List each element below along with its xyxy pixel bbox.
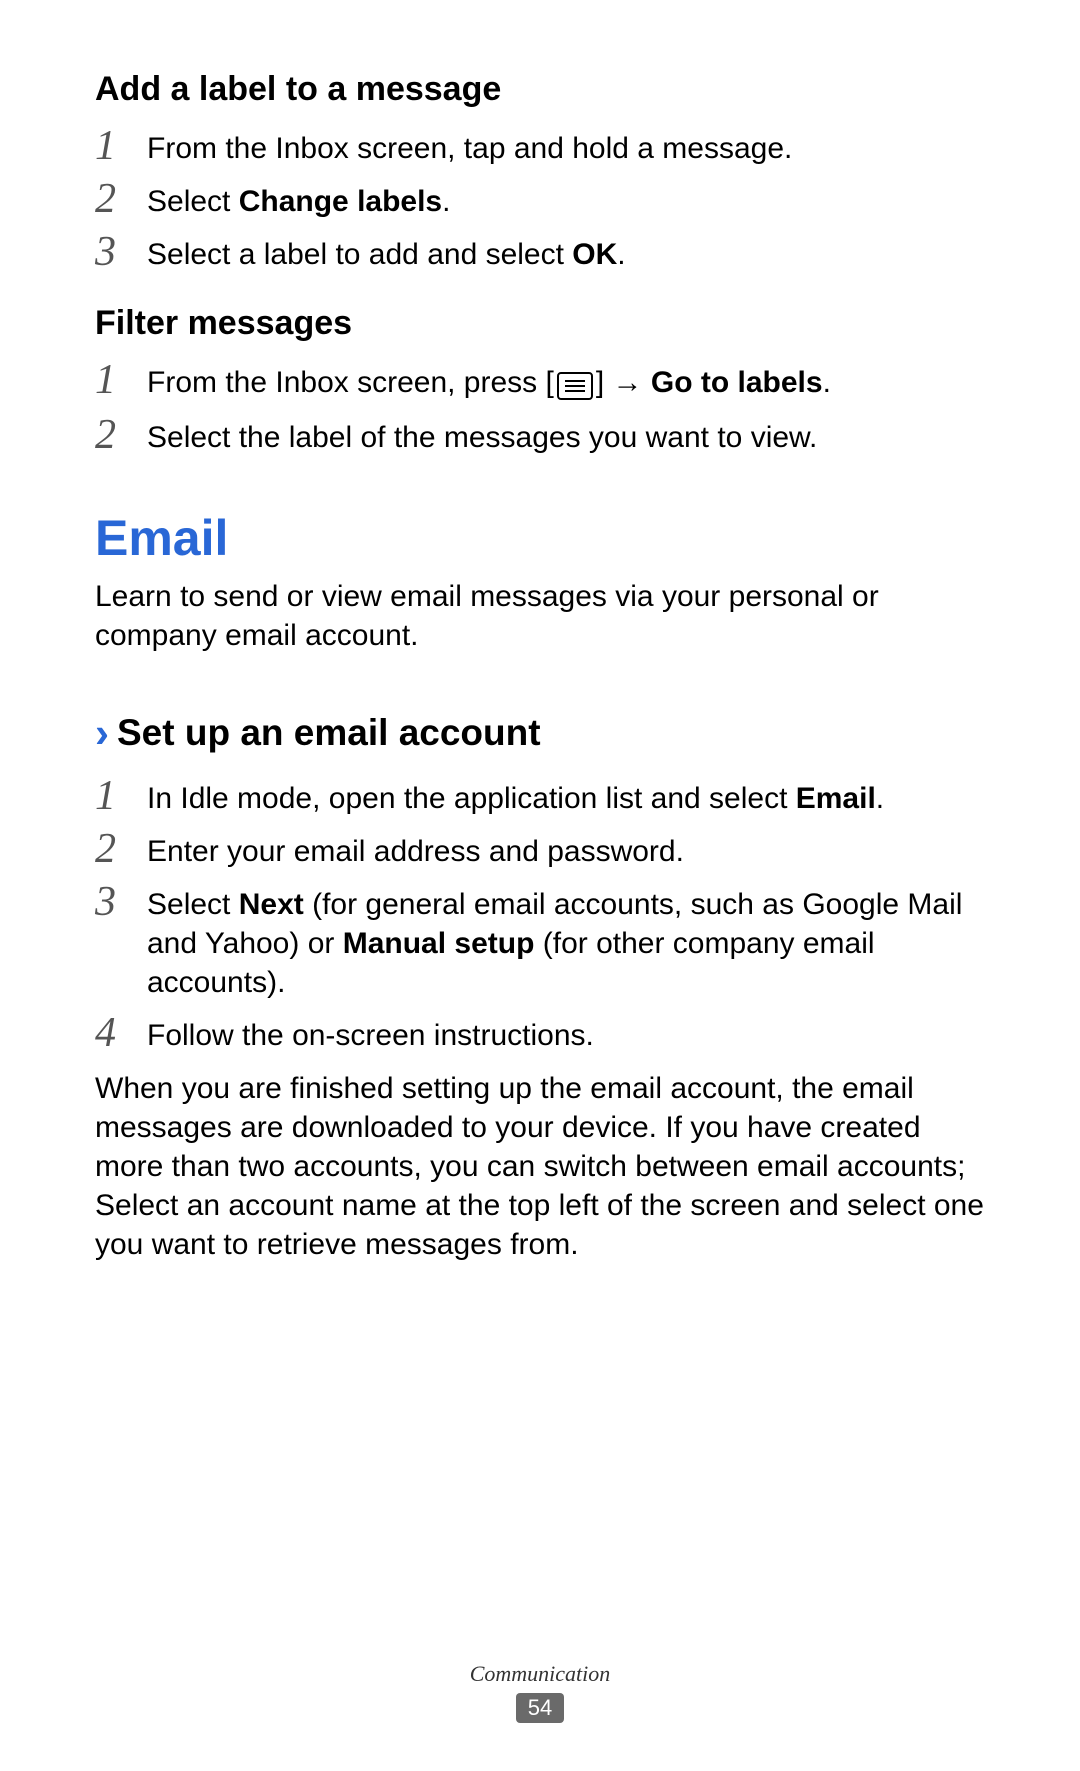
step-text: Enter your email address and password. <box>147 826 684 871</box>
step-row: 2 Select Change labels. <box>95 176 985 221</box>
step-row: 1 In Idle mode, open the application lis… <box>95 773 985 818</box>
step-row: 1 From the Inbox screen, tap and hold a … <box>95 123 985 168</box>
step-text: Select the label of the messages you wan… <box>147 412 817 457</box>
step-number: 3 <box>95 229 147 273</box>
step-number: 2 <box>95 176 147 220</box>
step-row: 2 Select the label of the messages you w… <box>95 412 985 457</box>
intro-text: Learn to send or view email messages via… <box>95 577 985 655</box>
step-suffix: ] → Go to labels. <box>596 366 831 399</box>
step-text: In Idle mode, open the application list … <box>147 773 884 818</box>
step-text: Select Change labels. <box>147 176 450 221</box>
step-number: 1 <box>95 357 147 401</box>
step-text: From the Inbox screen, tap and hold a me… <box>147 123 792 168</box>
heading-filter: Filter messages <box>95 304 985 343</box>
subheading-text: Set up an email account <box>117 712 541 754</box>
step-row: 4 Follow the on-screen instructions. <box>95 1010 985 1055</box>
footer-section: Communication <box>0 1661 1080 1687</box>
title-email: Email <box>95 509 985 567</box>
step-text: Follow the on-screen instructions. <box>147 1010 594 1055</box>
step-row: 3 Select Next (for general email account… <box>95 879 985 1002</box>
heading-add-label: Add a label to a message <box>95 70 985 109</box>
subheading-setup: › Set up an email account <box>95 709 985 757</box>
step-text: Select a label to add and select OK. <box>147 229 626 274</box>
step-number: 2 <box>95 826 147 870</box>
step-row: 2 Enter your email address and password. <box>95 826 985 871</box>
closing-text: When you are finished setting up the ema… <box>95 1069 985 1264</box>
step-prefix: From the Inbox screen, press [ <box>147 366 554 399</box>
page-footer: Communication 54 <box>0 1661 1080 1723</box>
menu-icon <box>557 365 593 404</box>
step-number: 3 <box>95 879 147 923</box>
step-number: 1 <box>95 123 147 167</box>
chevron-icon: › <box>95 709 109 757</box>
step-row: 1 From the Inbox screen, press [ ] → Go t… <box>95 357 985 404</box>
step-number: 1 <box>95 773 147 817</box>
step-text: From the Inbox screen, press [ ] → Go to … <box>147 357 831 404</box>
step-row: 3 Select a label to add and select OK. <box>95 229 985 274</box>
page-number: 54 <box>516 1693 564 1723</box>
step-number: 2 <box>95 412 147 456</box>
step-number: 4 <box>95 1010 147 1054</box>
step-text: Select Next (for general email accounts,… <box>147 879 985 1002</box>
